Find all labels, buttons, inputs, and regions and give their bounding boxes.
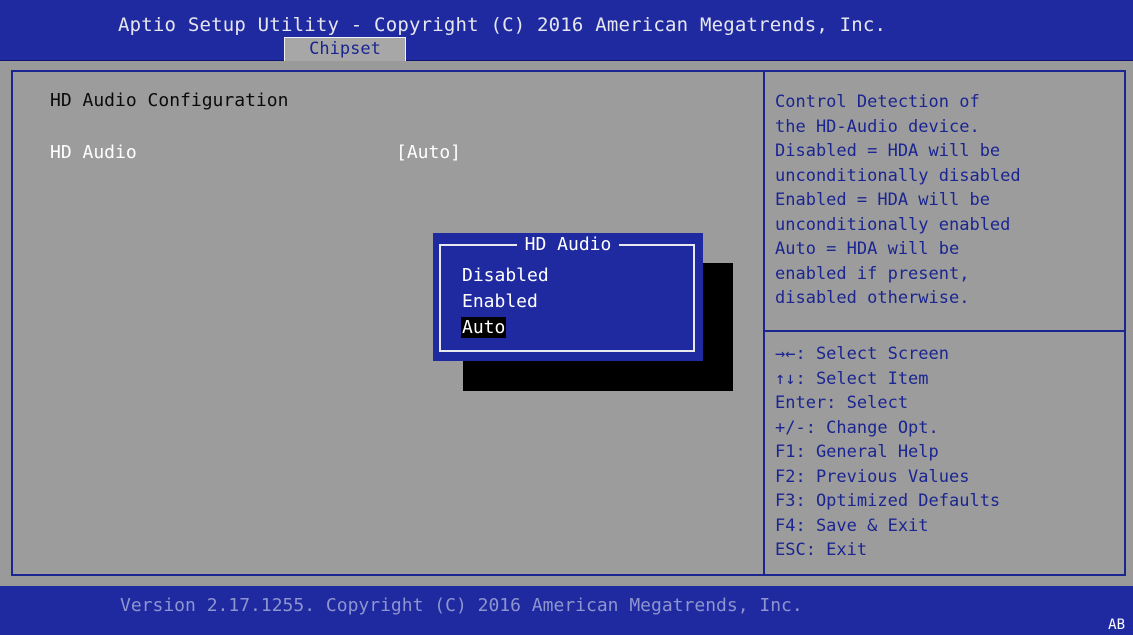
popup-option-enabled[interactable]: Enabled [461,289,691,315]
popup-option-label: Disabled [462,265,549,286]
key-hint-esc: ESC: Exit [775,540,868,560]
footer-bar: Version 2.17.1255. Copyright (C) 2016 Am… [0,586,1133,635]
tab-chipset[interactable]: Chipset [284,37,406,61]
help-panel: Control Detection of the HD-Audio device… [775,90,1125,311]
popup-options: Disabled Enabled Auto [461,263,691,341]
key-help-panel: →←: Select Screen ↑↓: Select Item Enter:… [775,342,1125,563]
footer-text: Version 2.17.1255. Copyright (C) 2016 Am… [120,595,803,616]
setting-label: HD Audio [50,142,137,163]
help-line: Control Detection of [775,92,980,112]
popup-option-label: Auto [461,317,507,338]
popup-option-label: Enabled [462,291,538,312]
help-line: the HD-Audio device. [775,116,980,137]
key-hint-change-opt: +/-: Change Opt. [775,417,939,438]
key-hint-f3: F3: Optimized Defaults [775,491,1001,511]
help-line: disabled otherwise. [775,288,970,308]
help-line: Disabled = HDA will be [775,141,1001,161]
help-line: enabled if present, [775,263,970,284]
key-hint-f1: F1: General Help [775,442,939,462]
setting-row-hd-audio[interactable]: HD Audio [Auto] [50,142,570,166]
popup-option-disabled[interactable]: Disabled [461,263,691,289]
setting-value[interactable]: [Auto] [396,142,461,163]
horizontal-divider [765,330,1126,332]
corner-badge: AB [1108,617,1125,633]
popup-option-auto[interactable]: Auto [461,315,691,341]
key-hint-f4: F4: Save & Exit [775,515,929,536]
vertical-divider [763,70,765,576]
hd-audio-popup: HD Audio Disabled Enabled Auto [433,233,703,361]
section-title: HD Audio Configuration [50,90,289,111]
popup-title: HD Audio [433,234,703,255]
help-line: unconditionally enabled [775,214,1011,235]
help-line: Auto = HDA will be [775,239,960,259]
key-hint-enter: Enter: Select [775,393,909,413]
key-hint-select-item: ↑↓: Select Item [775,368,929,389]
key-hint-f2: F2: Previous Values [775,466,970,487]
key-hint-select-screen: →←: Select Screen [775,344,949,364]
header-bar: Aptio Setup Utility - Copyright (C) 2016… [0,0,1133,61]
header-title: Aptio Setup Utility - Copyright (C) 2016… [118,14,887,36]
popup-title-text: HD Audio [516,234,620,255]
help-line: unconditionally disabled [775,165,1021,186]
help-line: Enabled = HDA will be [775,190,990,210]
